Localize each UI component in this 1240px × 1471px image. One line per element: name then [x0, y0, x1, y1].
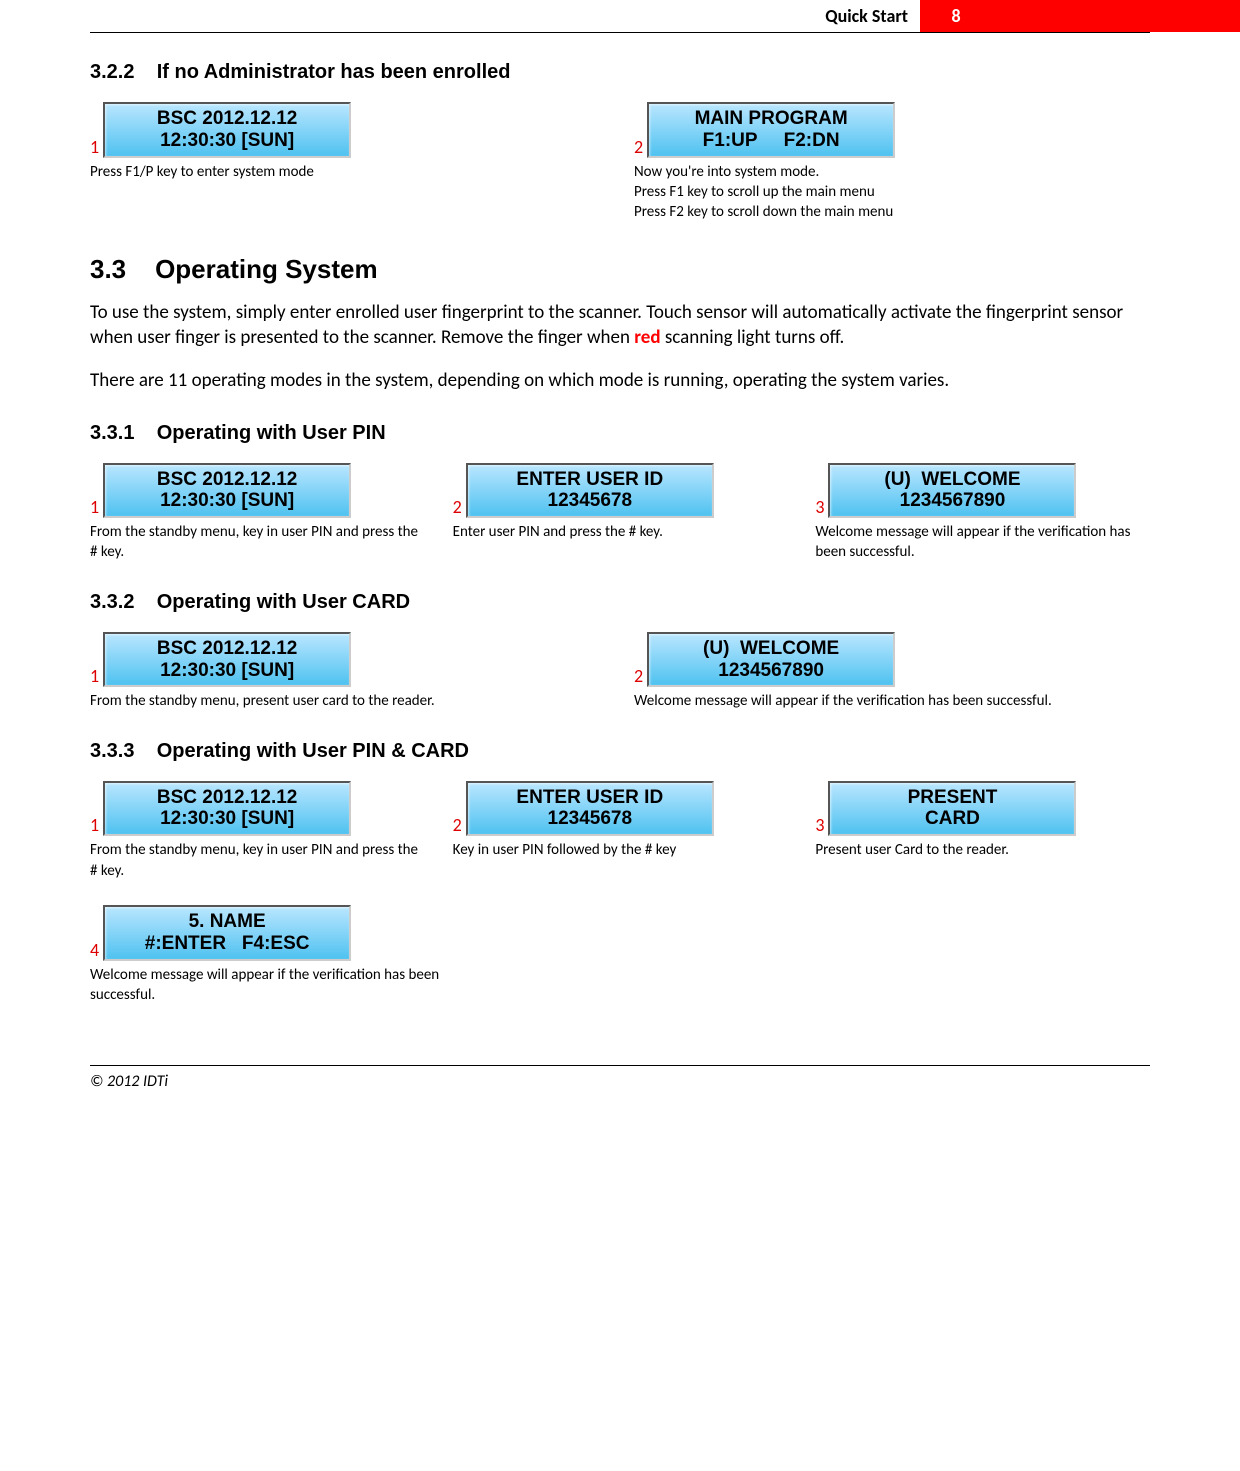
step-number: 3 [815, 816, 824, 836]
lcd-line: #:ENTER F4:ESC [117, 933, 337, 955]
heading-3-3-2: 3.3.2 Operating with User CARD [90, 591, 1150, 614]
lcd-line: ENTER USER ID [480, 787, 700, 809]
lcd-line: ENTER USER ID [480, 469, 700, 491]
step-caption: Welcome message will appear if the verif… [634, 691, 1150, 711]
lcd-line: BSC 2012.12.12 [117, 638, 337, 660]
header-label: Quick Start [813, 0, 920, 32]
lcd-line: 5. NAME [117, 911, 337, 933]
heading-text: Operating with User CARD [157, 591, 410, 613]
step-caption: Enter user PIN and press the # key. [453, 522, 788, 542]
heading-3-3: 3.3 Operating System [90, 254, 1150, 285]
header-rule [90, 32, 1150, 33]
red-text: red [634, 326, 660, 349]
lcd-line: (U) WELCOME [842, 469, 1062, 491]
heading-text: Operating System [155, 254, 378, 284]
step-number: 4 [90, 941, 99, 961]
step-caption: Welcome message will appear if the verif… [90, 965, 440, 1006]
lcd-line: 12:30:30 [SUN] [117, 130, 337, 152]
lcd-line: 12:30:30 [SUN] [117, 660, 337, 682]
heading-number: 3.3.2 [90, 591, 134, 613]
step-number: 2 [453, 816, 462, 836]
heading-3-3-1: 3.3.1 Operating with User PIN [90, 422, 1150, 445]
lcd-display: ENTER USER ID 12345678 [466, 463, 714, 519]
lcd-line: (U) WELCOME [661, 638, 881, 660]
body-paragraph: There are 11 operating modes in the syst… [90, 369, 1150, 394]
lcd-display: (U) WELCOME 1234567890 [828, 463, 1076, 519]
lcd-display: PRESENT CARD [828, 781, 1076, 837]
body-paragraph: To use the system, simply enter enrolled… [90, 301, 1150, 350]
lcd-line: 12:30:30 [SUN] [117, 808, 337, 830]
lcd-display: 5. NAME #:ENTER F4:ESC [103, 905, 351, 961]
lcd-line: 1234567890 [661, 660, 881, 682]
step-number: 1 [90, 138, 99, 158]
lcd-line: 12345678 [480, 490, 700, 512]
step-number: 1 [90, 498, 99, 518]
heading-number: 3.3 [90, 254, 126, 284]
lcd-line: MAIN PROGRAM [661, 108, 881, 130]
step-number: 3 [815, 498, 824, 518]
heading-3-3-3: 3.3.3 Operating with User PIN & CARD [90, 740, 1150, 763]
step-caption: From the standby menu, key in user PIN a… [90, 522, 425, 563]
step-caption: From the standby menu, present user card… [90, 691, 606, 711]
footer-copyright: © 2012 IDTi [90, 1065, 1150, 1091]
lcd-display: BSC 2012.12.12 12:30:30 [SUN] [103, 463, 351, 519]
lcd-line: F1:UP F2:DN [661, 130, 881, 152]
text: scanning light turns off. [661, 326, 845, 349]
lcd-line: 1234567890 [842, 490, 1062, 512]
step-caption: Press F1/P key to enter system mode [90, 162, 606, 182]
lcd-line: CARD [842, 808, 1062, 830]
step-number: 1 [90, 667, 99, 687]
step-number: 2 [453, 498, 462, 518]
step-caption: From the standby menu, key in user PIN a… [90, 840, 425, 881]
step-caption: Welcome message will appear if the verif… [815, 522, 1150, 563]
lcd-display: BSC 2012.12.12 12:30:30 [SUN] [103, 102, 351, 158]
lcd-display: (U) WELCOME 1234567890 [647, 632, 895, 688]
step-caption: Present user Card to the reader. [815, 840, 1150, 860]
heading-text: Operating with User PIN [157, 422, 386, 444]
lcd-line: 12:30:30 [SUN] [117, 490, 337, 512]
page-number: 8 [920, 0, 992, 32]
lcd-line: BSC 2012.12.12 [117, 108, 337, 130]
lcd-line: BSC 2012.12.12 [117, 787, 337, 809]
header-red-bar [992, 0, 1240, 32]
text: To use the system, simply enter enrolled… [90, 301, 1123, 349]
lcd-line: BSC 2012.12.12 [117, 469, 337, 491]
lcd-line: 12345678 [480, 808, 700, 830]
step-number: 2 [634, 667, 643, 687]
page-header: Quick Start 8 [0, 0, 1240, 32]
step-caption: Key in user PIN followed by the # key [453, 840, 788, 860]
step-number: 1 [90, 816, 99, 836]
heading-number: 3.3.1 [90, 422, 134, 444]
heading-text: If no Administrator has been enrolled [157, 61, 511, 83]
heading-number: 3.3.3 [90, 740, 134, 762]
step-caption: Now you're into system mode. Press F1 ke… [634, 162, 1150, 223]
heading-3-2-2: 3.2.2 If no Administrator has been enrol… [90, 61, 1150, 84]
heading-number: 3.2.2 [90, 61, 134, 83]
heading-text: Operating with User PIN & CARD [157, 740, 469, 762]
lcd-display: BSC 2012.12.12 12:30:30 [SUN] [103, 632, 351, 688]
step-number: 2 [634, 138, 643, 158]
lcd-display: ENTER USER ID 12345678 [466, 781, 714, 837]
lcd-line: PRESENT [842, 787, 1062, 809]
lcd-display: MAIN PROGRAM F1:UP F2:DN [647, 102, 895, 158]
lcd-display: BSC 2012.12.12 12:30:30 [SUN] [103, 781, 351, 837]
